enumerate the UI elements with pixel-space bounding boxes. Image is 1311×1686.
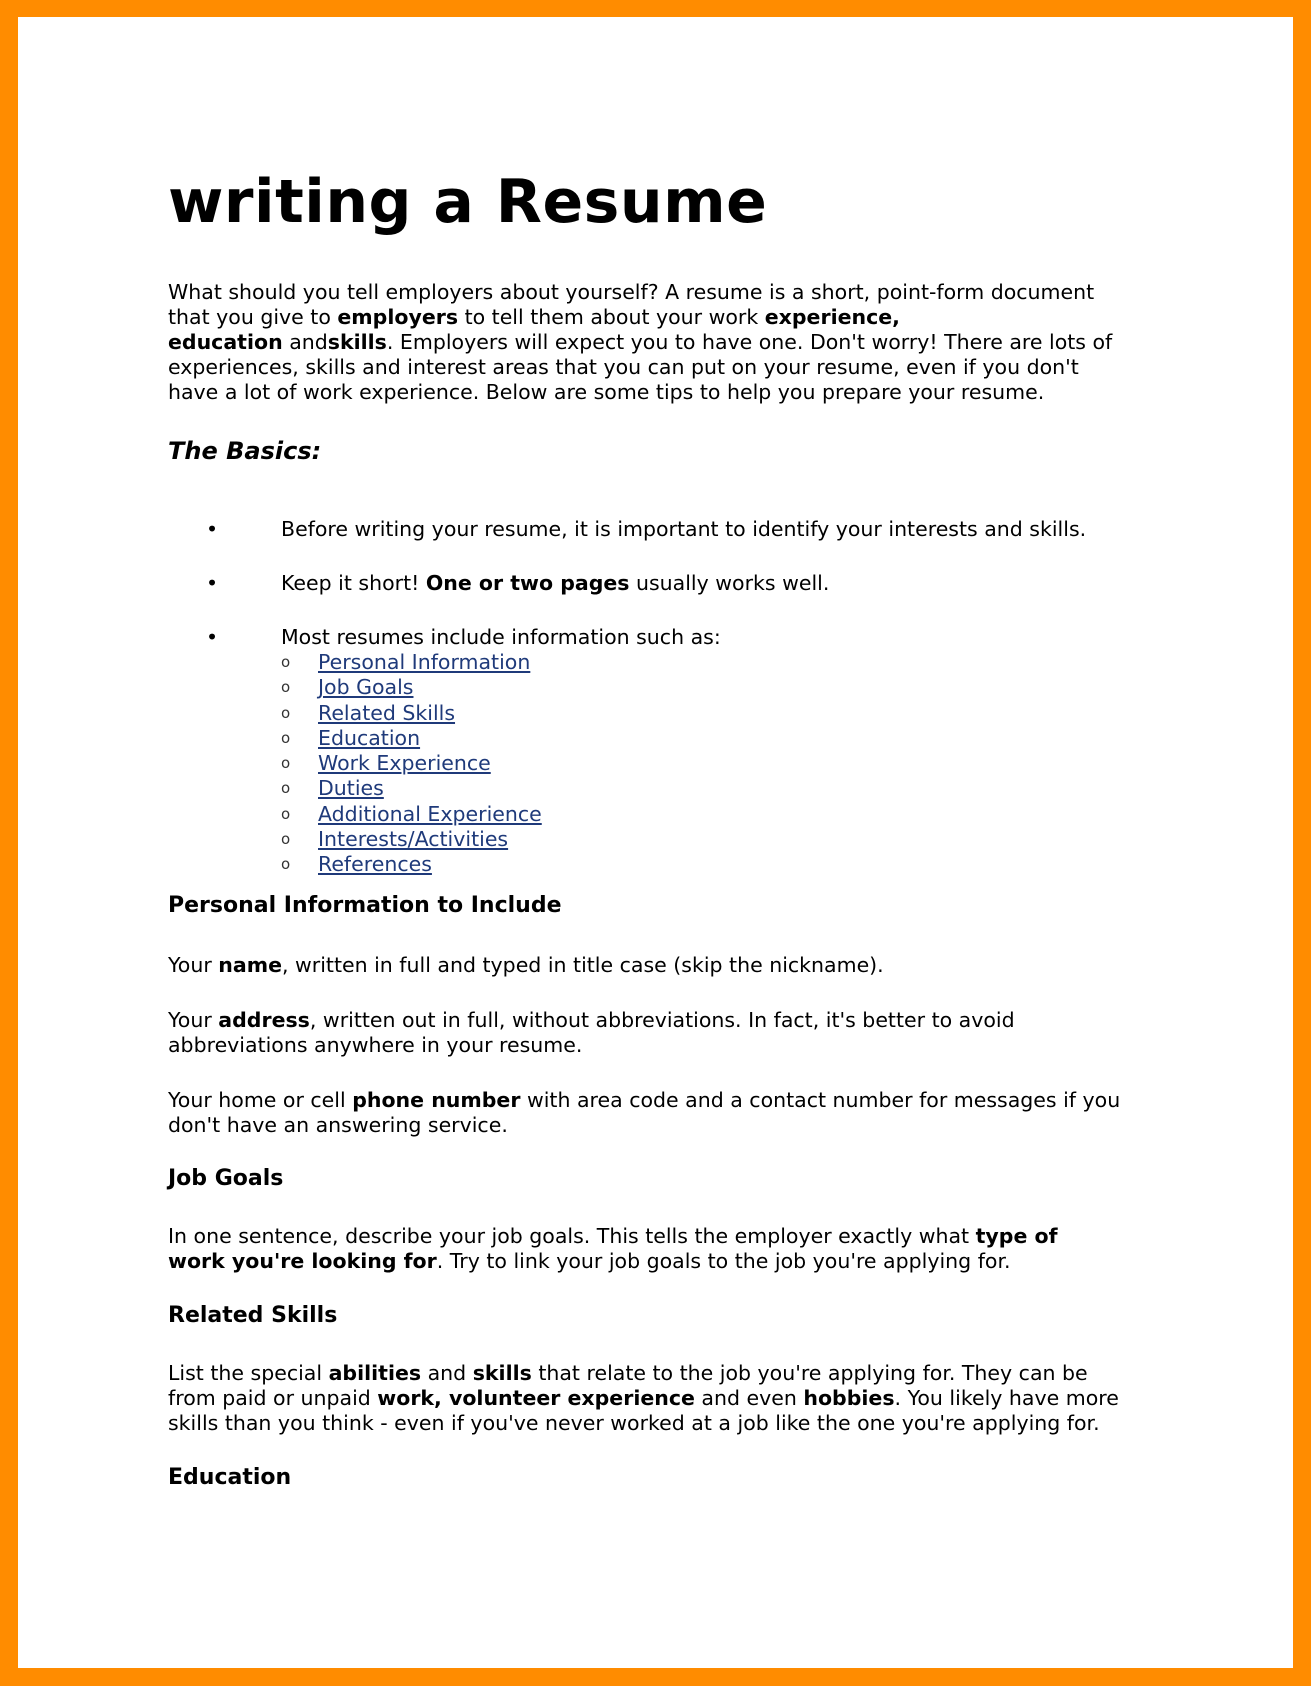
- bullet-text-part: usually works well.: [629, 571, 830, 595]
- personal-address-paragraph: Your address, written out in full, witho…: [168, 1008, 1015, 1058]
- bullet-icon: •: [206, 517, 219, 541]
- intro-text: and: [282, 330, 328, 354]
- text: skills than you think - even if you've n…: [168, 1411, 1100, 1435]
- job-goals-heading: Job Goals: [168, 1166, 284, 1191]
- bullet-icon: •: [206, 571, 219, 595]
- text: with area code and a contact number for …: [520, 1088, 1121, 1112]
- bold-text: work, volunteer experience: [377, 1386, 695, 1410]
- bold-text: abilities: [328, 1361, 422, 1385]
- intro-text: that you give to: [168, 305, 338, 329]
- circle-bullet-icon: o: [281, 804, 291, 823]
- text: Your: [168, 953, 219, 977]
- related-skills-heading: Related Skills: [168, 1303, 338, 1328]
- bold-text: type of: [975, 1224, 1058, 1248]
- bullet-text: Before writing your resume, it is import…: [281, 517, 1087, 541]
- link-duties[interactable]: Duties: [318, 776, 384, 801]
- text: and even: [694, 1386, 804, 1410]
- circle-bullet-icon: o: [281, 855, 291, 874]
- link-additional-experience[interactable]: Additional Experience: [318, 802, 542, 827]
- text: , written out in full, without abbreviat…: [309, 1008, 1015, 1032]
- text: and: [421, 1361, 473, 1385]
- document-page: writing a Resume What should you tell em…: [18, 17, 1293, 1668]
- circle-bullet-icon: o: [281, 754, 291, 773]
- link-education[interactable]: Education: [318, 726, 420, 751]
- text: from paid or unpaid: [168, 1386, 378, 1410]
- intro-paragraph: What should you tell employers about you…: [168, 280, 1112, 405]
- text: don't have an answering service.: [168, 1113, 508, 1137]
- text: In one sentence, describe your job goals…: [168, 1224, 976, 1248]
- intro-line: experiences, skills and interest areas t…: [168, 355, 1079, 379]
- bullet-text: Most resumes include information such as…: [281, 625, 721, 649]
- text: Your: [168, 1008, 219, 1032]
- link-personal-information[interactable]: Personal Information: [318, 650, 530, 675]
- education-heading: Education: [168, 1465, 292, 1490]
- bold-text: name: [218, 953, 282, 977]
- intro-line: have a lot of work experience. Below are…: [168, 380, 1045, 404]
- circle-bullet-icon: o: [281, 703, 291, 722]
- link-job-goals[interactable]: Job Goals: [318, 675, 413, 700]
- intro-text: to tell them about your work: [458, 305, 765, 329]
- bullet-bold: One or two pages: [425, 571, 630, 595]
- circle-bullet-icon: o: [281, 830, 291, 849]
- link-related-skills[interactable]: Related Skills: [318, 701, 455, 726]
- circle-bullet-icon: o: [281, 728, 291, 747]
- circle-bullet-icon: o: [281, 678, 291, 697]
- intro-line: What should you tell employers about you…: [168, 280, 1095, 304]
- bold-text: address: [218, 1008, 310, 1032]
- link-work-experience[interactable]: Work Experience: [318, 751, 491, 776]
- bullet-icon: •: [206, 625, 219, 649]
- personal-phone-paragraph: Your home or cell phone number with area…: [168, 1088, 1120, 1138]
- bold-text: hobbies: [803, 1386, 895, 1410]
- link-references[interactable]: References: [318, 852, 432, 877]
- bullet-text-part: Keep it short!: [281, 571, 426, 595]
- bold-text: work you're looking for: [168, 1249, 437, 1273]
- personal-name-paragraph: Your name, written in full and typed in …: [168, 953, 884, 978]
- text: List the special: [168, 1361, 329, 1385]
- related-skills-paragraph: List the special abilities and skills th…: [168, 1361, 1119, 1436]
- intro-bold: experience,: [764, 305, 900, 329]
- intro-bold: skills: [327, 330, 387, 354]
- circle-bullet-icon: o: [281, 779, 291, 798]
- basics-heading: The Basics:: [168, 437, 322, 465]
- bold-text: skills: [472, 1361, 532, 1385]
- bold-text: phone number: [352, 1088, 521, 1112]
- personal-info-heading: Personal Information to Include: [168, 893, 562, 918]
- intro-bold: employers: [337, 305, 459, 329]
- text: that relate to the job you're applying f…: [531, 1361, 1088, 1385]
- text: . Try to link your job goals to the job …: [436, 1249, 1011, 1273]
- bullet-text: Keep it short! One or two pages usually …: [281, 571, 829, 596]
- text: . You likely have more: [894, 1386, 1119, 1410]
- intro-bold: education: [168, 330, 283, 354]
- intro-text: . Employers will expect you to have one.…: [386, 330, 1113, 354]
- text: Your home or cell: [168, 1088, 353, 1112]
- job-goals-paragraph: In one sentence, describe your job goals…: [168, 1224, 1058, 1274]
- text: abbreviations anywhere in your resume.: [168, 1033, 583, 1057]
- text: , written in full and typed in title cas…: [281, 953, 884, 977]
- circle-bullet-icon: o: [281, 653, 291, 671]
- page-title: writing a Resume: [168, 167, 768, 237]
- link-interests-activities[interactable]: Interests/Activities: [318, 827, 508, 852]
